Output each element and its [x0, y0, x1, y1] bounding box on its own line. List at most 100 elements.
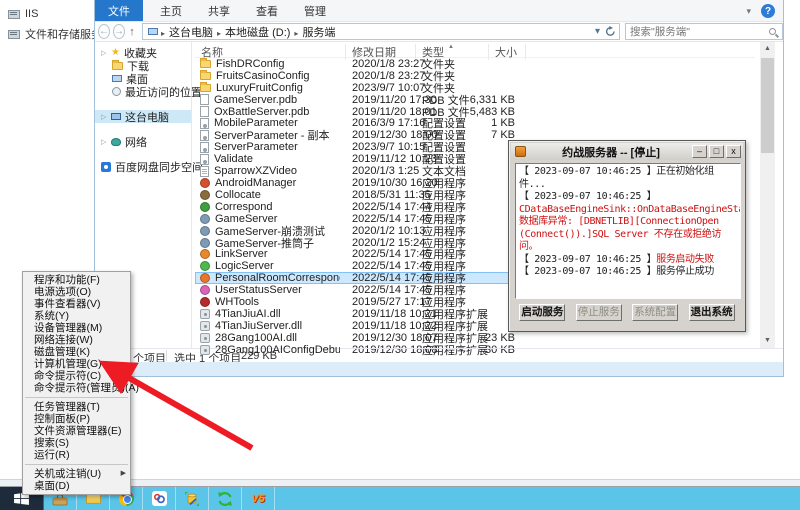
ribbon-tab-文件[interactable]: 文件 [95, 0, 143, 21]
server-manager-item[interactable]: IIS [8, 4, 102, 24]
network-icon [111, 138, 121, 146]
forward-icon[interactable]: → [113, 24, 125, 39]
menu-item-任务管理器(T)[interactable]: 任务管理器(T) [23, 401, 130, 413]
menu-item-关机或注销(U)[interactable]: 关机或注销(U)▶ [23, 468, 130, 480]
menu-item-设备管理器(M)[interactable]: 设备管理器(M) [23, 322, 130, 334]
v5-game-icon[interactable]: V5 [242, 487, 275, 510]
help-icon[interactable]: ? [761, 4, 775, 18]
menu-item-桌面(D)[interactable]: 桌面(D) [23, 480, 130, 492]
dialog-button-停止服务: 停止服务 [576, 304, 622, 321]
search-box[interactable] [625, 23, 783, 40]
sidebar-item-最近访问的位置[interactable]: 最近访问的位置 [95, 85, 191, 98]
file-row[interactable]: LuxuryFruitConfig2023/9/7 10:07文件夹 [195, 82, 755, 94]
menu-item-搜索(S)[interactable]: 搜索(S) [23, 437, 130, 449]
ribbon-tabstrip: 文件主页共享查看管理 [95, 0, 783, 22]
ribbon-collapse-icon[interactable]: ▾ [746, 6, 751, 17]
server-manager-nav: IIS 文件和存储服务 [8, 4, 102, 44]
menu-item-系统(Y)[interactable]: 系统(Y) [23, 310, 130, 322]
menu-item-网络连接(W)[interactable]: 网络连接(W) [23, 334, 130, 346]
menu-item-命令提示符(C)[interactable]: 命令提示符(C) [23, 370, 130, 382]
log-line: 【 2023-09-07 10:46:25 】服务停止成功 [519, 266, 737, 279]
recent-icon [112, 87, 121, 96]
menu-item-命令提示符(管理员)(A)[interactable]: 命令提示符(管理员)(A) [23, 382, 130, 394]
file-name: 4TianJiuServer.dll [215, 320, 340, 332]
sync-icon[interactable] [209, 487, 242, 510]
menu-item-事件查看器(V)[interactable]: 事件查看器(V) [23, 298, 130, 310]
back-icon[interactable]: ← [98, 24, 110, 39]
file-date: 2020/1/8 23:27 [352, 70, 425, 82]
star-icon: ★ [111, 48, 120, 58]
menu-item-计算机管理(G)[interactable]: 计算机管理(G) [23, 358, 130, 370]
dialog-titlebar[interactable]: 约战服务器 -- [停止] – □ x [511, 143, 743, 160]
log-line: 【 2023-09-07 10:46:25 】服务启动失败 [519, 254, 737, 267]
file-name: OxBattleServer.pdb [214, 106, 339, 118]
file-row[interactable]: FruitsCasinoConfig2020/1/8 23:27文件夹 [195, 70, 755, 82]
app-file-icon [200, 261, 210, 271]
dialog-title: 约战服务器 -- [停止] [530, 144, 692, 160]
menu-item-磁盘管理(K)[interactable]: 磁盘管理(K) [23, 346, 130, 358]
maximize-button[interactable]: □ [709, 145, 724, 158]
ribbon-tab-主页[interactable]: 主页 [147, 0, 195, 21]
file-date: 2022/5/14 17:44 [352, 201, 432, 213]
dll-file-icon [200, 345, 210, 355]
list-header: 名称 修改日期 类型 大小 ▲ [195, 42, 755, 58]
expander-icon[interactable]: ▷ [101, 138, 107, 146]
menu-item-控制面板(P)[interactable]: 控制面板(P) [23, 413, 130, 425]
address-dropdown-icon[interactable]: ▾ [595, 26, 600, 37]
file-row[interactable]: GameServer.pdb2019/11/20 17:30PDB 文件6,33… [195, 94, 755, 106]
refresh-icon[interactable] [605, 26, 616, 37]
close-button[interactable]: x [726, 145, 741, 158]
computer-icon [148, 28, 158, 35]
list-scrollbar[interactable]: ▲ ▼ [760, 42, 775, 348]
app-file-icon [200, 178, 210, 188]
dll-file-icon [200, 333, 210, 343]
minimize-button[interactable]: – [692, 145, 707, 158]
file-name: FruitsCasinoConfig [216, 70, 341, 82]
window-bottom-frame [95, 362, 783, 376]
up-icon[interactable]: ↑ [127, 26, 137, 38]
ribbon-tab-共享[interactable]: 共享 [195, 0, 243, 21]
breadcrumb-segment[interactable]: 服务端 [299, 27, 338, 39]
explorer-statusbar: 个项目 选中 1 个项目 229 KB [95, 348, 783, 362]
file-row[interactable]: FishDRConfig2020/1/8 23:27文件夹 [195, 58, 755, 70]
file-date: 2016/3/9 17:16 [352, 117, 425, 129]
sidebar-item-百度网盘同步空间[interactable]: 百度网盘同步空间 [95, 160, 191, 173]
dialog-button-启动服务[interactable]: 启动服务 [519, 304, 565, 321]
scroll-thumb[interactable] [761, 58, 774, 153]
breadcrumb-segment[interactable]: 本地磁盘 (D:) [222, 27, 293, 39]
server-manager-item[interactable]: 文件和存储服务 [8, 24, 102, 44]
expander-icon[interactable]: ▷ [101, 113, 107, 121]
menu-item-程序和功能(F)[interactable]: 程序和功能(F) [23, 274, 130, 286]
file-name: ServerParameter [214, 141, 339, 153]
app-file-icon [200, 297, 210, 307]
computer-icon [111, 113, 121, 120]
ribbon-tab-查看[interactable]: 查看 [243, 0, 291, 21]
breadcrumb[interactable]: ▸这台电脑▸本地磁盘 (D:)▸服务端 ▾ [142, 23, 620, 40]
server-manager-item-label: 文件和存储服务 [25, 26, 102, 42]
app-file-icon [200, 238, 210, 248]
scroll-down-icon[interactable]: ▼ [760, 334, 775, 348]
sidebar-item-网络[interactable]: ▷网络 [95, 135, 191, 148]
file-name: GameServer.pdb [214, 94, 339, 106]
desktop-icon [112, 75, 122, 82]
scroll-up-icon[interactable]: ▲ [760, 42, 775, 56]
sort-arrow-icon: ▲ [448, 44, 454, 50]
dialog-button-退出系统[interactable]: 退出系统 [689, 304, 735, 321]
expander-icon[interactable]: ▷ [101, 49, 107, 57]
sql-tool-icon[interactable] [176, 487, 209, 510]
sidebar-item-这台电脑[interactable]: ▷这台电脑 [95, 110, 191, 123]
file-row[interactable]: OxBattleServer.pdb2019/11/20 18:01PDB 文件… [195, 106, 755, 118]
v5-icon-label: V5 [251, 493, 264, 505]
baidu-netdisk-icon[interactable] [143, 487, 176, 510]
file-date: 2020/1/2 15:24 [352, 237, 425, 249]
dialog-log-area: 【 2023-09-07 10:46:25 】正在初始化组件...【 2023-… [515, 163, 741, 299]
menu-item-电源选项(O)[interactable]: 电源选项(O) [23, 286, 130, 298]
breadcrumb-segment[interactable]: 这台电脑 [166, 27, 216, 39]
search-input[interactable] [626, 26, 769, 38]
menu-item-文件资源管理器(E)[interactable]: 文件资源管理器(E) [23, 425, 130, 437]
ribbon-tab-管理[interactable]: 管理 [291, 0, 339, 21]
menu-item-运行(R)[interactable]: 运行(R) [23, 449, 130, 461]
dll-file-icon [200, 321, 210, 331]
app-file-icon [200, 249, 210, 259]
doc-file-icon [200, 94, 209, 105]
